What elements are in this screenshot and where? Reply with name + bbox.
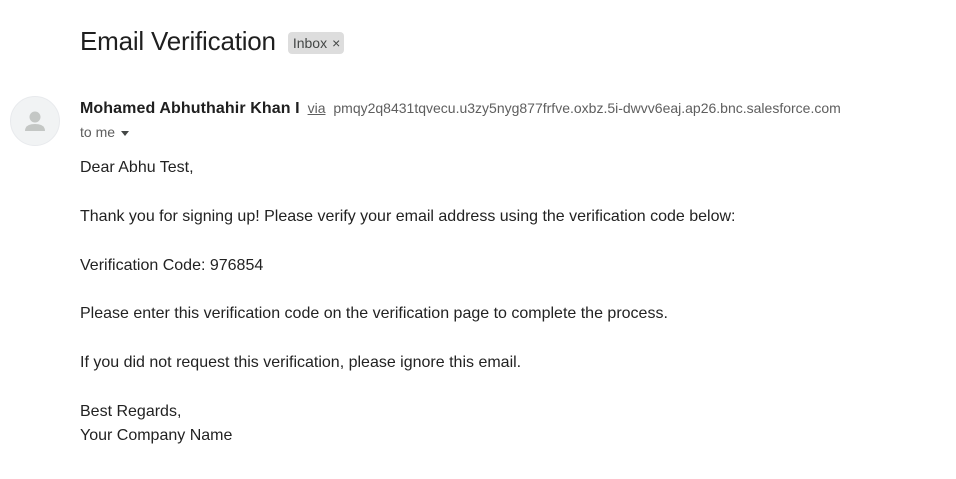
via-link[interactable]: via	[308, 100, 326, 116]
sender-address: pmqy2q8431tqvecu.u3zy5nyg877frfve.oxbz.5…	[333, 100, 841, 116]
email-body-line: If you did not request this verification…	[80, 354, 522, 371]
verification-code-line: Verification Code: 976854	[80, 257, 264, 274]
email-signoff: Best Regards,	[80, 403, 182, 420]
email-signature: Your Company Name	[80, 427, 233, 444]
email-greeting: Dear Abhu Test,	[80, 159, 194, 176]
to-me-label: to me	[80, 124, 116, 140]
subject-header: Email Verification Inbox ×	[80, 26, 345, 57]
sender-avatar[interactable]	[10, 96, 60, 146]
email-subject: Email Verification	[80, 26, 276, 56]
email-body-line: Thank you for signing up! Please verify …	[80, 208, 736, 225]
label-text: Inbox	[292, 34, 328, 51]
inbox-label-chip[interactable]: Inbox ×	[287, 31, 345, 54]
default-avatar-icon	[25, 111, 45, 131]
recipient-details-toggle[interactable]: to me	[80, 124, 130, 140]
remove-label-icon[interactable]: ×	[332, 34, 340, 52]
sender-line: Mohamed Abhuthahir Khan I via pmqy2q8431…	[80, 98, 841, 119]
email-body-line: Please enter this verification code on t…	[80, 305, 668, 322]
chevron-down-icon[interactable]	[121, 130, 130, 136]
sender-name[interactable]: Mohamed Abhuthahir Khan I	[80, 100, 300, 117]
